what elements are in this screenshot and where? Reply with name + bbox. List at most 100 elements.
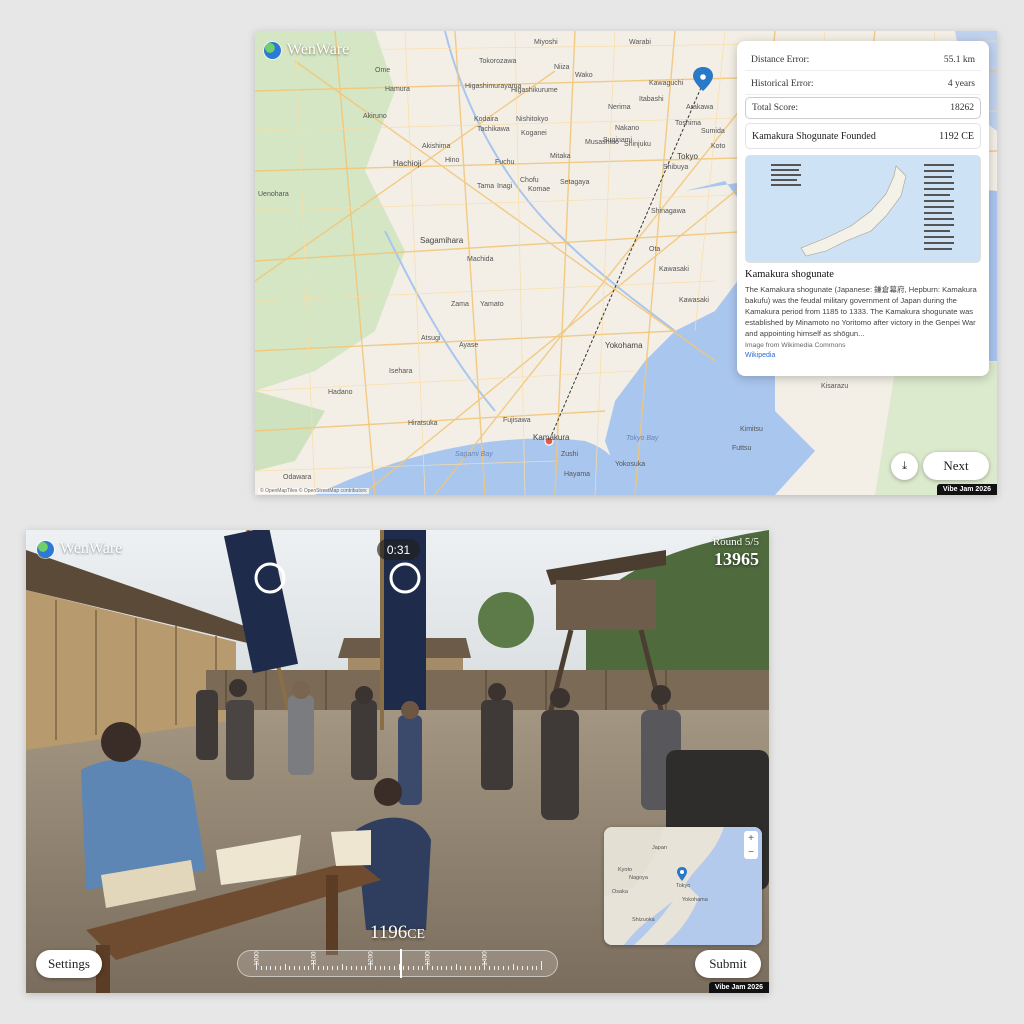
panorama-panel[interactable]: WenWare 0:31 Round 5/5 13965 Japan Tokyo N… [26,530,769,993]
submit-button[interactable]: Submit [695,950,761,978]
slider-tick [417,966,419,970]
map-label: Tama [477,183,495,190]
slider-tick [488,966,490,970]
slider-tick [498,966,500,970]
year-slider[interactable]: 1000 1100 1200 1300 1400 [237,949,558,978]
event-name: Kamakura Shogunate Founded [752,130,876,142]
map-label: Inagi [497,183,513,190]
slider-tick [541,961,542,970]
zoom-out-button[interactable]: − [748,847,754,858]
slider-tick [275,966,276,970]
image-source: Image from Wikimedia Commons [745,342,846,349]
slider-tick [270,966,272,970]
slider-tick [336,966,338,970]
map-label: Itabashi [639,96,664,103]
logo[interactable]: WenWare [264,41,349,59]
map-label: Yokohama [605,341,643,350]
slider-handle[interactable] [400,949,402,978]
map-label: Zushi [561,451,579,458]
slider-tick [341,964,343,970]
wiki-summary: The Kamakura shogunate (Japanese: 鎌倉幕府, … [745,285,977,338]
settings-button[interactable]: Settings [36,950,102,978]
slider-tick [355,966,357,970]
minimap-label: Yokohama [682,897,708,903]
map-label: Sagamihara [420,236,464,245]
total-score-value: 18262 [950,103,974,113]
slider-tick [469,966,471,970]
map-label: Hino [445,157,460,164]
slider-tick [360,966,362,970]
map-label: Kisarazu [821,383,849,390]
slider-tick [479,966,481,970]
map-label: Hiratsuka [408,420,438,427]
total-score-label: Total Score: [752,103,799,113]
minimap-label: Nagoya [629,875,648,881]
distance-error-value: 55.1 km [943,54,975,65]
water-label: Tokyo Bay [626,435,659,442]
slider-tick [289,966,291,970]
slider-tick [503,966,504,970]
slider-tick [465,966,466,970]
slider-tick [303,966,305,970]
slider-tick [507,966,509,970]
map-label: Fujisawa [503,417,531,424]
slider-tick [389,966,390,970]
historical-error-row: Historical Error: 4 years [745,73,981,95]
map-label: Tachikawa [477,126,510,133]
globe-icon [37,540,54,558]
map-label: Koganei [521,130,547,137]
slider-tick [393,966,395,970]
slider-tick [284,964,286,970]
minimap-label: Osaka [612,889,628,895]
map-label: Kawasaki [659,266,689,273]
map-label: Nerima [608,104,631,111]
map-label: Toshima [675,120,702,127]
year-era: CE [407,927,426,942]
slider-tick [351,966,352,970]
slider-tick [294,966,295,970]
next-button[interactable]: Next [923,452,989,480]
event-row: Kamakura Shogunate Founded 1192 CE [745,123,981,149]
slider-tick [374,966,376,970]
round-label: Round 5/5 [712,536,759,548]
map-attribution: © OpenMapTiles © OpenStreetMap contribut… [258,488,369,494]
map-label: Hayama [564,471,591,478]
zoom-in-button[interactable]: + [748,833,754,844]
map-label: Niiza [554,64,570,71]
slider-tick [322,966,324,970]
download-button[interactable]: ⤓ [891,453,918,480]
slider-tick [279,966,281,970]
water-label: Sagami Bay [455,451,493,458]
clan-banner-center [380,530,426,730]
map-label: Tokyo [677,152,698,161]
map-label: Hamura [385,86,410,93]
year-display: 1196CE [26,922,769,944]
year-value: 1196 [369,922,408,943]
map-label: Nakano [615,125,640,132]
slider-tick [436,966,438,970]
wikipedia-link[interactable]: Wikipedia [745,352,981,359]
map-label: Kimitsu [740,426,763,433]
round-info: Round 5/5 13965 [713,536,759,570]
map-label: Yamato [480,301,504,308]
slider-tick [398,964,400,970]
slider-tick [441,966,443,970]
slider-tick-label: 1000 [253,951,261,966]
minimap-label: Kyoto [618,867,633,873]
map-label: Komae [528,186,551,193]
map-label: Koto [711,143,726,150]
slider-tick [260,966,262,970]
total-score-row: Total Score: 18262 [745,97,981,119]
event-image[interactable] [745,155,981,263]
slider-tick [412,966,414,970]
slider-tick [446,966,447,970]
map-label: Miyoshi [534,39,558,46]
logo[interactable]: WenWare [37,540,122,558]
vibe-jam-badge[interactable]: Vibe Jam 2026 [936,484,997,495]
slider-tick [531,966,533,970]
map-label: Kawaguchi [649,80,684,87]
vibe-jam-badge[interactable]: Vibe Jam 2026 [708,982,769,993]
map-label: Arakawa [686,104,714,111]
slider-tick [408,966,409,970]
score-value: 13965 [714,549,759,569]
